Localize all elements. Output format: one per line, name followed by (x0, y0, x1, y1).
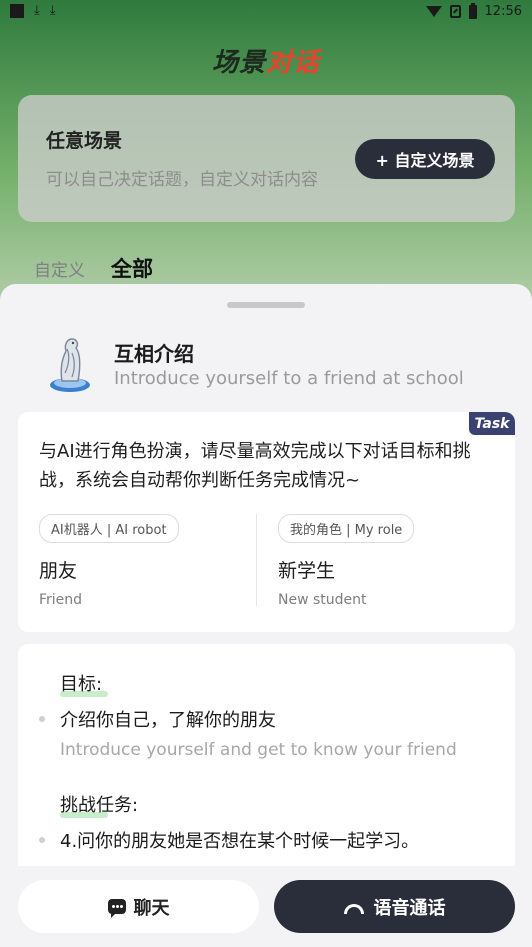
any-scene-title: 任意场景 (46, 130, 123, 152)
ai-role-name-en: Friend (39, 592, 83, 608)
my-role-tag: 我的角色 | My role (278, 514, 415, 543)
download-icon: ⤓ (34, 3, 40, 18)
scenario-detail-sheet: 互相介绍 Introduce yourself to a friend at s… (0, 284, 532, 947)
my-role-name-en: New student (278, 592, 367, 608)
battery-icon (468, 2, 477, 19)
sheet-drag-handle[interactable] (227, 302, 305, 308)
custom-scene-button[interactable]: + 自定义场景 (355, 139, 495, 179)
voice-call-button[interactable]: 语音通话 (274, 880, 515, 933)
challenge-heading: 挑战任务: (60, 795, 139, 816)
ai-role-name: 朋友 (39, 560, 78, 582)
any-scene-card[interactable]: 任意场景 可以自己决定话题，自定义对话内容 + 自定义场景 (18, 95, 515, 222)
chat-button[interactable]: 聊天 (18, 880, 259, 933)
status-time: 12:56 (484, 4, 522, 19)
goal-item-en: Introduce yourself and get to know your … (60, 740, 457, 760)
bullet-icon (39, 837, 45, 843)
merlion-icon (50, 338, 90, 392)
any-scene-subtitle: 可以自己决定话题，自定义对话内容 (46, 170, 318, 190)
scenario-subtitle-en: Introduce yourself to a friend at school (114, 368, 464, 389)
chat-bubble-icon (107, 899, 126, 918)
role-divider (256, 514, 257, 606)
notification-square-icon (10, 4, 24, 18)
download-icon: ⤓ (49, 3, 56, 18)
wifi-icon (425, 6, 442, 17)
tab-all[interactable]: 全部 (111, 253, 153, 283)
task-card: Task 与AI进行角色扮演，请尽量高效完成以下对话目标和挑战，系统会自动帮你判… (18, 412, 515, 632)
ai-role: AI机器人 | AI robot 朋友 Friend (39, 514, 179, 608)
chat-button-label: 聊天 (133, 897, 170, 919)
page-title: 场景对话 (211, 48, 321, 78)
goal-item: 介绍你自己，了解你的朋友 (60, 710, 276, 731)
bullet-icon (39, 716, 45, 722)
voice-call-label: 语音通话 (373, 897, 446, 919)
task-badge: Task (469, 412, 515, 435)
status-bar: ⤓ ⤓ 12:56 (0, 0, 532, 26)
ai-role-tag: AI机器人 | AI robot (39, 514, 179, 543)
category-tabs: 自定义 全部 (34, 253, 153, 283)
challenge-item: 4.问你的朋友她是否想在某个时候一起学习。 (60, 831, 420, 852)
sim-icon (449, 5, 461, 18)
tab-custom[interactable]: 自定义 (34, 256, 85, 281)
scenario-title: 互相介绍 (114, 342, 194, 366)
phone-icon (343, 903, 364, 914)
my-role: 我的角色 | My role 新学生 New student (278, 514, 415, 608)
my-role-name: 新学生 (278, 560, 336, 582)
goal-heading: 目标: (60, 674, 103, 695)
task-description: 与AI进行角色扮演，请尽量高效完成以下对话目标和挑战，系统会自动帮你判断任务完成… (39, 441, 471, 491)
